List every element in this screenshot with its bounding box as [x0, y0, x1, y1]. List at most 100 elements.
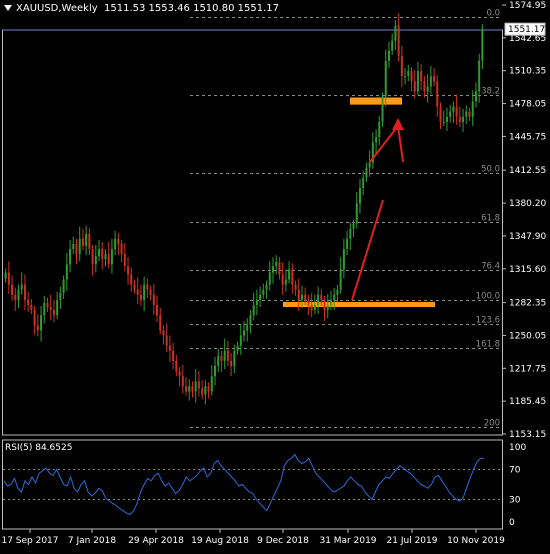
bull-candle: [72, 243, 75, 250]
bull-candle: [59, 292, 62, 300]
bear-candle: [175, 360, 178, 372]
bull-candle: [259, 294, 262, 300]
bear-candle: [226, 350, 229, 361]
bull-candle: [43, 302, 46, 316]
bull-candle: [355, 203, 358, 224]
bear-candle: [159, 315, 162, 331]
time-tick-label: 19 Aug 2018: [191, 536, 249, 546]
bear-candle: [307, 299, 310, 305]
bull-candle: [243, 330, 245, 336]
bear-candle: [185, 386, 188, 392]
bear-candle: [14, 294, 17, 300]
bull-candle: [239, 335, 242, 346]
bear-candle: [88, 233, 91, 250]
chart-window[interactable]: 200 161.8 123.6 100.0 76.4 61.8 50.0 38.2 0.0 10…: [0, 0, 550, 550]
bull-candle: [462, 116, 465, 122]
bull-candle: [268, 272, 271, 285]
bull-candle: [17, 289, 20, 300]
price-tick-label: 1153.15: [509, 430, 546, 440]
bull-candle: [358, 188, 361, 204]
bull-candle: [471, 101, 474, 117]
bull-candle: [262, 289, 265, 295]
rsi-tick-label: 30: [509, 496, 521, 506]
bull-candle: [445, 116, 448, 122]
price-tick-label: 1412.55: [509, 166, 546, 176]
bull-candle: [481, 29, 484, 61]
bear-candle: [207, 386, 210, 392]
bull-candle: [98, 249, 101, 257]
bull-candle: [20, 284, 23, 290]
bull-candle: [375, 137, 378, 143]
time-tick-label: 17 Sep 2017: [1, 536, 58, 546]
bear-candle: [297, 289, 300, 300]
fib-level-label: 123.6: [476, 316, 500, 326]
fib-level-label: 50.0: [481, 165, 500, 175]
bull-candle: [217, 355, 220, 367]
bull-candle: [391, 40, 394, 51]
fib-level-label: 61.8: [481, 214, 500, 224]
bull-candle: [143, 284, 146, 300]
bear-candle: [168, 345, 171, 351]
bull-candle: [416, 71, 419, 92]
bull-candle: [333, 294, 336, 300]
rsi-tick-label: 70: [509, 466, 521, 476]
bull-candle: [342, 249, 345, 270]
bull-candle: [384, 60, 387, 97]
price-tick-label: 1574.95: [509, 1, 546, 11]
bull-candle: [407, 71, 410, 77]
bull-candle: [210, 376, 213, 392]
rsi-label: RSI(5) 84.6525: [5, 443, 73, 453]
bear-candle: [397, 25, 400, 56]
bear-candle: [294, 284, 297, 290]
bear-candle: [439, 106, 442, 122]
bull-candle: [378, 121, 381, 138]
bull-candle: [246, 325, 249, 331]
bear-candle: [410, 71, 413, 82]
bear-candle: [468, 111, 471, 117]
bear-candle: [49, 307, 52, 311]
bull-candle: [4, 272, 7, 279]
dropdown-arrow-icon[interactable]: [4, 5, 12, 11]
bull-candle: [452, 106, 455, 112]
bull-candle: [381, 96, 384, 122]
bear-candle: [139, 294, 142, 300]
bear-candle: [33, 310, 36, 326]
bear-candle: [291, 269, 294, 285]
bull-candle: [110, 249, 113, 265]
bear-candle: [278, 262, 281, 275]
price-tick-label: 1217.75: [509, 364, 546, 374]
bull-candle: [56, 299, 59, 316]
bull-candle: [65, 264, 68, 280]
bear-candle: [123, 254, 126, 267]
time-tick-label: 7 Jan 2018: [68, 536, 116, 546]
bull-candle: [194, 381, 197, 392]
price-chart[interactable]: 200 161.8 123.6 100.0 76.4 61.8 50.0 38.2 0.0 10…: [0, 0, 550, 550]
bull-candle: [271, 266, 274, 273]
bull-candle: [326, 304, 329, 311]
bear-candle: [162, 330, 165, 336]
price-tick-label: 1347.90: [509, 232, 546, 242]
bull-candle: [465, 111, 468, 117]
price-tick-label: 1282.35: [509, 299, 546, 309]
bear-candle: [136, 289, 139, 295]
bull-candle: [368, 162, 371, 168]
bull-candle: [352, 223, 355, 229]
bear-candle: [172, 350, 175, 361]
time-tick-label: 9 Dec 2018: [257, 536, 309, 546]
bear-candle: [149, 289, 152, 295]
bear-candle: [156, 304, 159, 316]
price-tick-label: 1445.75: [509, 132, 546, 142]
bull-candle: [339, 269, 342, 290]
bear-candle: [7, 272, 10, 285]
bull-candle: [329, 299, 332, 305]
bull-candle: [284, 279, 287, 285]
bear-candle: [91, 249, 94, 265]
bear-candle: [127, 266, 130, 275]
ohlc-label: 1511.53 1553.46 1510.80 1551.17: [104, 3, 279, 14]
time-tick-label: 31 Mar 2019: [319, 536, 376, 546]
fib-level-label: 200: [484, 419, 500, 429]
bear-candle: [413, 81, 416, 92]
bear-candle: [181, 376, 184, 387]
bear-candle: [81, 238, 84, 246]
bull-candle: [387, 50, 390, 61]
